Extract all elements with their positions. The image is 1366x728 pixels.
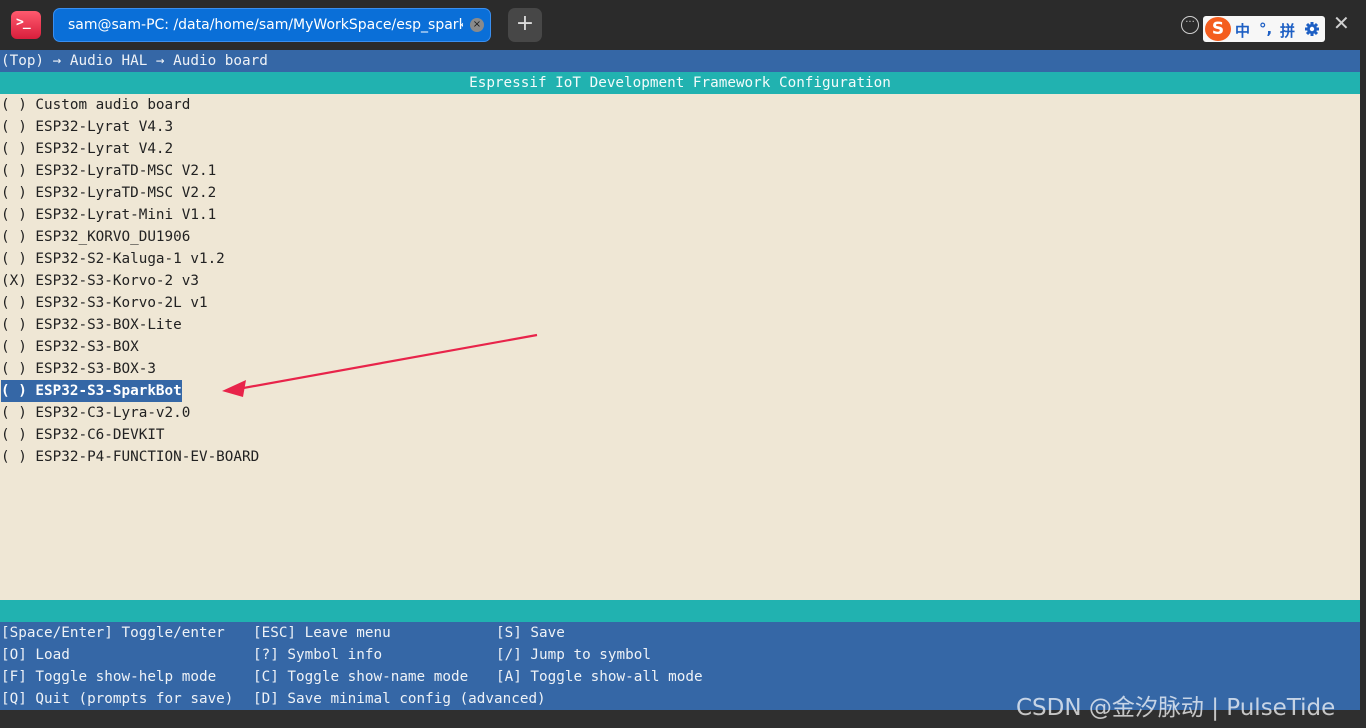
option-item[interactable]: ( ) ESP32-Lyrat V4.3 [1,116,173,138]
more-options-icon[interactable]: ··· [1181,16,1199,34]
help-key: [Space/Enter] Toggle/enter [1,625,225,641]
help-key: [F] Toggle show-help mode [1,669,217,685]
menu-breadcrumb: (Top) → Audio HAL → Audio board [0,50,1360,72]
sogou-logo-icon[interactable]: S [1205,17,1231,41]
help-key: [D] Save minimal config (advanced) [253,691,546,707]
option-item[interactable]: ( ) ESP32-Lyrat V4.2 [1,138,173,160]
help-key: [Q] Quit (prompts for save) [1,691,234,707]
title-bar: >_ sam@sam-PC: /data/home/sam/MyWorkSpac… [0,0,1366,50]
option-item[interactable]: ( ) ESP32-P4-FUNCTION-EV-BOARD [1,446,259,468]
help-key: [?] Symbol info [253,647,383,663]
csdn-watermark: CSDN @金汐脉动 | PulseTide [1016,695,1336,721]
option-item[interactable]: ( ) ESP32-S3-BOX-Lite [1,314,182,336]
option-list: ( ) Custom audio board ( ) ESP32-Lyrat V… [0,94,1360,600]
option-item-checked[interactable]: (X) ESP32-S3-Korvo-2 v3 [1,270,199,292]
option-item[interactable]: ( ) ESP32-Lyrat-Mini V1.1 [1,204,216,226]
option-item[interactable]: ( ) Custom audio board [1,94,190,116]
help-key: [C] Toggle show-name mode [253,669,469,685]
help-key: [O] Load [1,647,70,663]
option-item[interactable]: ( ) ESP32-C3-Lyra-v2.0 [1,402,190,424]
terminal-app-icon: >_ [11,11,41,39]
option-item-selected[interactable]: ( ) ESP32-S3-SparkBot [1,380,182,402]
ime-punctuation-mode[interactable]: °, [1259,20,1272,38]
terminal-tab[interactable]: sam@sam-PC: /data/home/sam/MyWorkSpace/e… [53,8,491,42]
tab-close-icon[interactable]: × [470,18,484,32]
ime-settings-gear-icon[interactable] [1304,21,1320,37]
ime-chinese-mode[interactable]: 中 [1235,20,1250,41]
help-key: [A] Toggle show-all mode [496,669,703,685]
option-item[interactable]: ( ) ESP32-S3-Korvo-2L v1 [1,292,208,314]
tab-title: sam@sam-PC: /data/home/sam/MyWorkSpace/e… [68,17,463,33]
option-item[interactable]: ( ) ESP32-LyraTD-MSC V2.1 [1,160,216,182]
option-item[interactable]: ( ) ESP32-LyraTD-MSC V2.2 [1,182,216,204]
help-key: [S] Save [496,625,565,641]
menuconfig-header: Espressif IoT Development Framework Conf… [0,72,1360,94]
window-close-icon[interactable]: ✕ [1333,13,1351,33]
help-key: [/] Jump to symbol [496,647,651,663]
option-item[interactable]: ( ) ESP32-C6-DEVKIT [1,424,165,446]
terminal-scrollbar[interactable] [1360,50,1366,710]
help-key: [ESC] Leave menu [253,625,391,641]
terminal-view[interactable]: (Top) → Audio HAL → Audio board Espressi… [0,50,1360,710]
option-item[interactable]: ( ) ESP32-S3-BOX [1,336,139,358]
option-item[interactable]: ( ) ESP32-S3-BOX-3 [1,358,156,380]
ime-pinyin-mode[interactable]: 拼 [1280,20,1295,41]
divider-bar [0,600,1360,622]
ime-toolbar[interactable]: S 中 °, 拼 [1203,16,1325,42]
option-item[interactable]: ( ) ESP32-S2-Kaluga-1 v1.2 [1,248,225,270]
option-item[interactable]: ( ) ESP32_KORVO_DU1906 [1,226,190,248]
new-tab-button[interactable]: + [508,8,542,42]
